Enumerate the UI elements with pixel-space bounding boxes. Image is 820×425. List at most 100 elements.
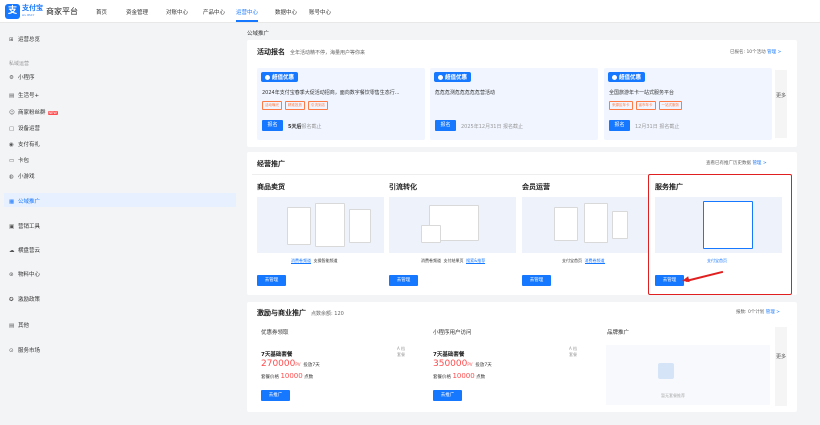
device-icon: ▢ xyxy=(9,126,15,132)
activity-desc: 2024年支付宝春季大促活动招商，面向数字餐饮零售生态行... xyxy=(262,90,400,96)
sidebar-group-private: 私域运营 xyxy=(9,61,30,67)
sidebar-item-label: 服务市场 xyxy=(18,348,41,354)
promo-column-title: 商品卖货 xyxy=(257,183,285,191)
activity-item[interactable]: 超值优惠 全国旅游年卡一站式服务平台 来源区年卡 省市年卡 一站式服务 报名 12月… xyxy=(604,68,772,140)
activity-desc: 全国旅游年卡一站式服务平台 xyxy=(609,90,675,96)
activity-labels: 活动曝光 精准投放 引流到店 xyxy=(262,101,331,110)
sidebar-item-label: 横盘营云 xyxy=(18,248,41,254)
channel-tab[interactable]: 支付结果页 xyxy=(444,258,464,263)
activity-more-button[interactable]: 更多 xyxy=(775,70,787,138)
activity-subtitle: 全年活动精不停，海量用户等你来 xyxy=(290,50,366,56)
package-price: 套餐价格 10000 点数 xyxy=(433,372,486,380)
activity-item[interactable]: 超值优惠 2024年支付宝春季大促活动招商，面向数字餐饮零售生态行... 活动曝… xyxy=(257,68,425,140)
sidebar-item-fans-group[interactable]: ☺ 商家粉丝群 NEW xyxy=(9,108,58,116)
nav-operations[interactable]: 运营中心 xyxy=(236,8,258,16)
active-nav-indicator xyxy=(236,20,258,22)
promo-column-goods: 商品卖货 消费卷频道 支操智能频道 去管理 xyxy=(257,182,384,290)
sidebar-item-cloud[interactable]: ☁ 横盘营云 xyxy=(9,246,40,254)
nav-funds[interactable]: 资金管理 xyxy=(126,8,148,16)
sidebar-item-game[interactable]: ◍ 小游戏 xyxy=(9,172,35,180)
brand-sub: ALIPAY xyxy=(22,13,35,17)
activity-desc: 危危危测危危危危危营活动 xyxy=(435,90,496,96)
sidebar-item-other[interactable]: ▤ 其他 xyxy=(9,321,29,329)
activity-tag: 超值优惠 xyxy=(261,72,299,82)
package-tier: A 档 套餐 xyxy=(569,346,578,357)
channel-tab[interactable]: 支操智能频道 xyxy=(314,258,338,263)
promo-channel-tabs: 消费卷频道 支操智能频道 xyxy=(291,258,338,264)
manage-button[interactable]: 去管理 xyxy=(389,275,418,286)
incentive-manage-link[interactable]: 管理 > xyxy=(766,310,780,315)
signup-button[interactable]: 报名 xyxy=(609,120,630,131)
sidebar-item-overview[interactable]: ⊞ 运营总览 xyxy=(9,35,40,43)
tag-dot-icon xyxy=(265,74,270,80)
promo-column-title: 会员运营 xyxy=(522,183,550,191)
sidebar-item-label: 公域推广 xyxy=(18,199,41,205)
new-badge: NEW xyxy=(47,110,58,115)
sidebar-item-public-promo[interactable]: ▦ 公域推广 xyxy=(9,197,40,205)
promote-button[interactable]: 去推广 xyxy=(261,390,290,401)
promo-channel-tabs: 消费卷频道 支付结果页 搜索&推荐 xyxy=(421,258,486,264)
nav-data[interactable]: 数据中心 xyxy=(275,8,297,16)
points-balance: 点数余额: 120 xyxy=(311,311,344,317)
sidebar-item-label: 小游戏 xyxy=(18,174,35,180)
activity-title: 活动报名 全年活动精不停，海量用户等你来 xyxy=(257,48,366,56)
empty-state xyxy=(606,345,770,405)
channel-tab[interactable]: 消费卷频道 xyxy=(421,258,441,263)
channel-tab[interactable]: 支付宝首页 xyxy=(562,258,582,263)
sidebar-item-marketing-tool[interactable]: ▣ 营销工具 xyxy=(9,222,40,230)
activity-deadline: 12月31日 报名截止 xyxy=(635,124,680,130)
channel-tab[interactable]: 搜索&推荐 xyxy=(466,258,486,264)
promo-column-member: 会员运营 支付宝首页 消费卷频道 去管理 xyxy=(522,182,649,290)
activity-item[interactable]: 超值优惠 危危危测危危危危危营活动 报名 2025年12月31日 报名截止 xyxy=(430,68,598,140)
activity-manage-link[interactable]: 管理 > xyxy=(767,50,781,55)
fans-group-icon: ☺ xyxy=(9,110,15,116)
nav-product[interactable]: 产品中心 xyxy=(203,8,225,16)
screen-mock xyxy=(612,211,628,239)
sidebar-item-device[interactable]: ▢ 设备运营 xyxy=(9,124,40,132)
mini-app-icon: ⚙ xyxy=(9,75,14,81)
channel-tab[interactable]: 消费卷频道 xyxy=(584,258,605,264)
channel-tab[interactable]: 消费卷频道 xyxy=(291,258,311,264)
signup-button[interactable]: 报名 xyxy=(435,120,456,131)
activity-tag: 超值优惠 xyxy=(434,72,472,82)
alipay-logo-icon[interactable]: 支 xyxy=(5,4,20,19)
public-promo-icon: ▦ xyxy=(9,199,15,205)
sidebar-item-label: 支付有礼 xyxy=(18,142,41,148)
promote-button[interactable]: 去推广 xyxy=(433,390,462,401)
package-name: 7天基础套餐 xyxy=(261,352,293,358)
signup-button[interactable]: 报名 xyxy=(262,120,283,131)
sidebar-item-incentive[interactable]: ✪ 激励政策 xyxy=(9,295,40,303)
sidebar-item-life-account[interactable]: ▤ 生活号+ xyxy=(9,91,39,99)
platform-name: 商家平台 xyxy=(46,7,78,16)
sidebar-item-pay-gift[interactable]: ◉ 支付有礼 xyxy=(9,140,40,148)
promo-preview-image xyxy=(389,197,516,253)
business-manage-link[interactable]: 管理 > xyxy=(752,161,766,166)
nav-reconcile[interactable]: 对账中心 xyxy=(166,8,188,16)
game-icon: ◍ xyxy=(9,174,14,180)
sidebar-item-service-market[interactable]: ⊙ 服务市场 xyxy=(9,346,40,354)
promo-channel-tabs: 支付宝首页 消费卷频道 xyxy=(562,258,605,264)
promo-column-traffic: 引流转化 消费卷频道 支付结果页 搜索&推荐 去管理 xyxy=(389,182,516,290)
tag-dot-icon xyxy=(438,74,443,80)
sidebar-item-label: 营销工具 xyxy=(18,224,41,230)
sidebar-item-label: 商家粉丝群 xyxy=(18,110,46,116)
sidebar-item-material[interactable]: ⊛ 物料中心 xyxy=(9,270,40,278)
promo-preview-image xyxy=(522,197,649,253)
package-tier: A 档 套餐 xyxy=(397,346,406,357)
activity-deadline: 2025年12月31日 报名截止 xyxy=(461,124,524,130)
sidebar-item-label: 运营总览 xyxy=(18,37,41,43)
manage-button[interactable]: 去管理 xyxy=(257,275,286,286)
manage-button[interactable]: 去管理 xyxy=(522,275,551,286)
sidebar-item-label: 其他 xyxy=(18,323,30,329)
sidebar-item-mini-app[interactable]: ⚙ 小程序 xyxy=(9,73,35,81)
brand-name: 支付宝 xyxy=(22,4,43,12)
sidebar-item-label: 卡包 xyxy=(18,158,30,164)
incentive-stats: 报数: 0个计划 管理 > xyxy=(736,310,780,315)
nav-home[interactable]: 首页 xyxy=(96,8,107,16)
incentive-more-button[interactable]: 更多 xyxy=(775,327,787,406)
marketing-tool-icon: ▣ xyxy=(9,224,15,230)
highlight-box xyxy=(648,174,792,295)
nav-account[interactable]: 账号中心 xyxy=(309,8,331,16)
promo-column-title: 引流转化 xyxy=(389,183,417,191)
sidebar-item-card[interactable]: ▭ 卡包 xyxy=(9,156,29,164)
